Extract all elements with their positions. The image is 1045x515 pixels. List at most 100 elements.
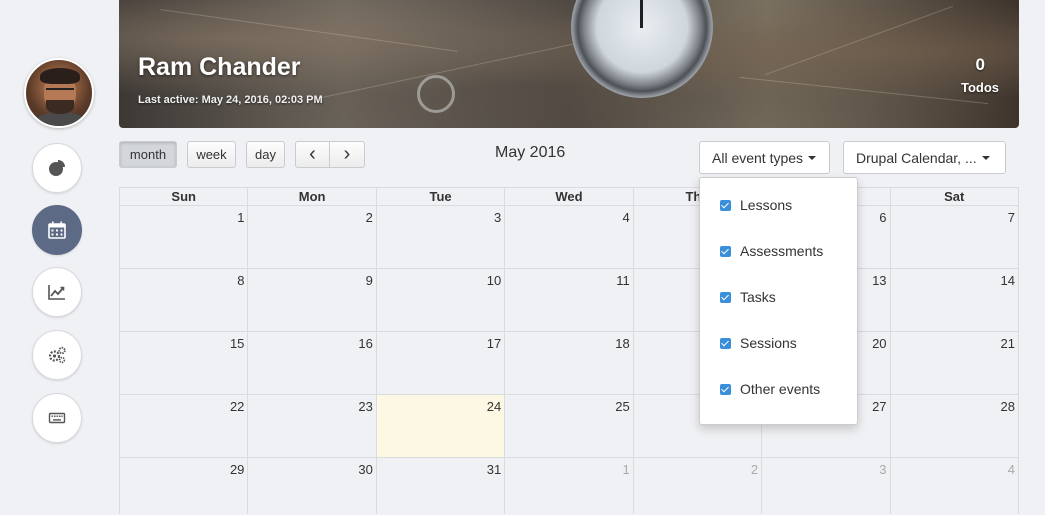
day-cell-other-month[interactable]: 4 — [891, 458, 1019, 514]
day-cell[interactable]: 23 — [248, 395, 377, 457]
compass-ring-decoration — [417, 75, 455, 113]
day-number: 6 — [879, 210, 887, 225]
day-cell[interactable]: 9 — [248, 269, 377, 331]
map-line — [160, 9, 458, 52]
left-rail — [0, 0, 118, 515]
day-cell[interactable]: 17 — [377, 332, 506, 394]
day-cell[interactable]: 14 — [891, 269, 1019, 331]
day-cell[interactable]: 29 — [120, 458, 249, 514]
map-line — [764, 5, 954, 76]
day-number: 8 — [237, 273, 245, 288]
event-type-label: Assessments — [740, 243, 824, 259]
day-number: 4 — [622, 210, 630, 225]
calendar-title: May 2016 — [495, 144, 566, 161]
day-number: 24 — [486, 399, 502, 414]
day-cell-today[interactable]: 24 — [376, 395, 506, 457]
todo-count[interactable]: 0 — [976, 55, 985, 75]
day-number: 3 — [879, 462, 887, 477]
day-cell[interactable]: 8 — [120, 269, 249, 331]
day-number: 27 — [872, 399, 887, 414]
day-number: 15 — [229, 336, 245, 351]
rail-gears-button[interactable] — [32, 330, 82, 380]
day-cell[interactable]: 28 — [891, 395, 1019, 457]
day-number: 20 — [872, 336, 887, 351]
day-number: 22 — [229, 399, 245, 414]
checkbox-checked-icon[interactable] — [720, 291, 731, 303]
day-cell[interactable]: 30 — [248, 458, 377, 514]
day-cell[interactable]: 25 — [505, 395, 634, 457]
prev-month-button[interactable]: ‹ — [295, 141, 330, 168]
rail-line-chart-button[interactable] — [32, 267, 82, 317]
week-view-button[interactable]: week — [187, 141, 236, 168]
week-row: 8 9 10 11 12 13 14 — [120, 269, 1019, 332]
checkbox-checked-icon[interactable] — [720, 337, 731, 349]
event-type-other-events[interactable]: Other events — [720, 381, 820, 397]
weekday-header: Mon — [248, 188, 377, 205]
avatar[interactable] — [24, 58, 94, 128]
day-number: 31 — [486, 462, 502, 477]
weekday-header: Sun — [120, 188, 249, 205]
day-cell[interactable]: 15 — [120, 332, 249, 394]
avatar-shirt — [30, 112, 92, 126]
day-number: 2 — [750, 462, 759, 477]
week-row: 15 16 17 18 19 20 21 — [120, 332, 1019, 395]
rail-calendar-button[interactable] — [32, 205, 82, 255]
day-view-button[interactable]: day — [246, 141, 285, 168]
day-cell[interactable]: 11 — [505, 269, 634, 331]
rail-keyboard-button[interactable] — [32, 393, 82, 443]
day-number: 11 — [616, 273, 630, 288]
event-types-dropdown[interactable]: All event types — [699, 141, 830, 174]
map-line — [739, 76, 989, 105]
day-cell-other-month[interactable]: 1 — [505, 458, 634, 514]
day-number: 30 — [358, 462, 373, 477]
week-row: 1 2 3 4 5 6 7 — [120, 206, 1019, 269]
day-cell[interactable]: 16 — [248, 332, 377, 394]
day-cell-other-month[interactable]: 3 — [762, 458, 891, 514]
day-cell[interactable]: 1 — [120, 206, 249, 268]
pocket-watch-decoration — [571, 0, 713, 98]
event-type-label: Tasks — [740, 289, 776, 305]
day-cell[interactable]: 7 — [891, 206, 1019, 268]
next-month-button[interactable]: › — [330, 141, 365, 168]
event-type-lessons[interactable]: Lessons — [720, 197, 792, 213]
day-number: 21 — [1000, 336, 1015, 351]
gears-icon — [48, 346, 66, 364]
calendar-source-label: Drupal Calendar, ... — [856, 149, 977, 166]
day-cell[interactable]: 18 — [505, 332, 634, 394]
event-type-sessions[interactable]: Sessions — [720, 335, 797, 351]
day-cell[interactable]: 10 — [377, 269, 506, 331]
day-number: 9 — [365, 273, 373, 288]
event-type-tasks[interactable]: Tasks — [720, 289, 776, 305]
profile-name: Ram Chander — [138, 53, 301, 81]
event-type-assessments[interactable]: Assessments — [720, 243, 823, 259]
day-cell[interactable]: 3 — [377, 206, 506, 268]
weekday-header: Sat — [891, 188, 1019, 205]
week-row: 29 30 31 1 2 3 4 — [120, 458, 1019, 514]
weekday-header: Tue — [377, 188, 506, 205]
avatar-glasses — [46, 88, 74, 94]
caret-down-icon — [808, 155, 817, 160]
day-cell[interactable]: 31 — [377, 458, 506, 514]
calendar-source-dropdown[interactable]: Drupal Calendar, ... — [843, 141, 1006, 174]
event-type-label: Lessons — [740, 197, 793, 213]
weekday-header-row: Sun Mon Tue Wed Thu Fri Sat — [120, 187, 1019, 206]
month-grid: Sun Mon Tue Wed Thu Fri Sat 1 2 3 4 5 6 … — [119, 187, 1019, 514]
day-number: 14 — [1000, 273, 1015, 288]
event-types-label: All event types — [712, 149, 804, 166]
checkbox-checked-icon[interactable] — [720, 383, 731, 395]
rail-pie-chart-button[interactable] — [32, 143, 82, 193]
checkbox-checked-icon[interactable] — [720, 245, 731, 257]
last-active-text: Last active: May 24, 2016, 02:03 PM — [138, 94, 323, 106]
day-cell[interactable]: 2 — [248, 206, 377, 268]
day-number: 13 — [872, 273, 887, 288]
day-number: 16 — [358, 336, 373, 351]
day-cell[interactable]: 21 — [891, 332, 1019, 394]
day-cell[interactable]: 22 — [120, 395, 249, 457]
month-view-button[interactable]: month — [119, 141, 177, 168]
checkbox-checked-icon[interactable] — [720, 199, 731, 211]
event-type-label: Other events — [740, 381, 821, 397]
day-cell[interactable]: 4 — [505, 206, 634, 268]
day-cell-other-month[interactable]: 2 — [634, 458, 763, 514]
day-number: 3 — [494, 210, 502, 225]
todo-label[interactable]: Todos — [961, 80, 999, 95]
